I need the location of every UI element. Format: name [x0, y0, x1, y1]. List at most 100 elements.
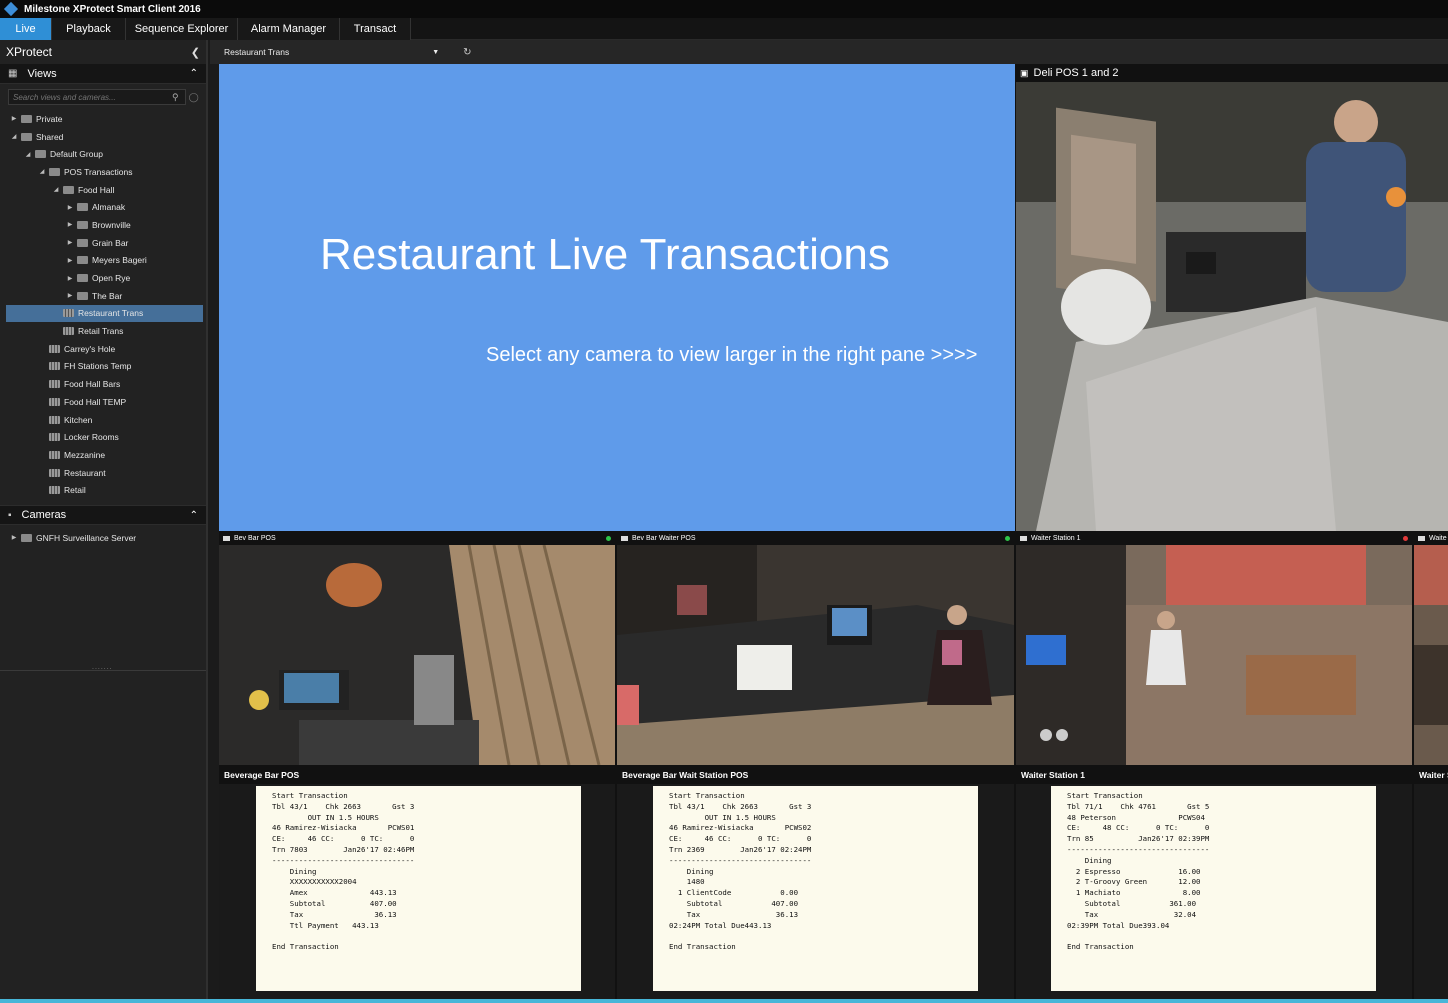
clear-search-icon[interactable]: ◯: [189, 92, 199, 103]
tree-item-label: POS Transactions: [64, 166, 133, 177]
camera-pane[interactable]: Waiter Station 1: [1016, 532, 1412, 765]
expand-arrow-icon[interactable]: ▶: [66, 204, 74, 211]
folder-icon: [49, 167, 60, 176]
expand-arrow-icon[interactable]: ▶: [66, 221, 74, 228]
pin-icon[interactable]: ↻: [463, 47, 471, 58]
tree-item-meyers-bageri[interactable]: ▶ Meyers Bageri: [0, 252, 206, 270]
cameras-section-header[interactable]: ▪ Cameras ⌃: [0, 505, 206, 526]
tree-item-food-hall-temp[interactable]: Food Hall TEMP: [0, 393, 206, 411]
expand-arrow-icon[interactable]: ▶: [66, 275, 74, 282]
receipt-title: Beverage Bar POS: [219, 766, 615, 784]
tab-live[interactable]: Live: [0, 18, 52, 40]
camera-header: Bev Bar POS: [219, 532, 615, 545]
tree-item-restaurant-trans[interactable]: Restaurant Trans: [6, 304, 203, 323]
server-icon: [21, 533, 32, 542]
camera-pane[interactable]: Bev Bar POS: [219, 532, 615, 765]
view-layout-icon: [49, 415, 60, 424]
cameras-tree: ▶ GNFH Surveillance Server: [0, 529, 206, 547]
collapse-sidebar-icon[interactable]: ❮: [191, 46, 200, 59]
expand-arrow-icon[interactable]: ▶: [10, 534, 18, 541]
tree-item-locker-rooms[interactable]: Locker Rooms: [0, 428, 206, 446]
tree-item-shared[interactable]: ◢ Shared: [0, 128, 206, 146]
search-input[interactable]: [8, 89, 186, 105]
waiter-station-2-camera-feed[interactable]: [1414, 545, 1448, 765]
tree-item-the-bar[interactable]: ▶ The Bar: [0, 287, 206, 305]
camera-icon: ▪: [8, 509, 12, 521]
view-selector[interactable]: Restaurant Trans: [224, 47, 289, 57]
camera-pane[interactable]: Waite: [1414, 532, 1448, 765]
receipt-text: Start Transaction Tbl 71/1 Chk 4761 Gst …: [1051, 786, 1376, 991]
view-layout-icon: [49, 468, 60, 477]
bev-bar-camera-feed[interactable]: [219, 545, 615, 765]
expanded-arrow-icon[interactable]: ◢: [24, 151, 32, 158]
receipt-pane[interactable]: Waiter Station 1 Start Transaction Tbl 7…: [1016, 766, 1412, 1003]
tree-item-label: Carrey's Hole: [64, 343, 116, 354]
tree-item-brownville[interactable]: ▶ Brownville: [0, 216, 206, 234]
tree-item-label: Kitchen: [64, 414, 93, 425]
live-status-icon: [606, 536, 611, 541]
tab-transact[interactable]: Transact: [340, 18, 411, 40]
tree-item-private[interactable]: ▶ Private: [0, 110, 206, 128]
tab-alarm-manager[interactable]: Alarm Manager: [238, 18, 340, 40]
expand-arrow-icon[interactable]: ▶: [66, 292, 74, 299]
waiter-station-camera-feed[interactable]: [1016, 545, 1412, 765]
search-icon[interactable]: ⚲: [172, 92, 179, 103]
tree-item-almanak[interactable]: ▶ Almanak: [0, 198, 206, 216]
tree-item-label: Default Group: [50, 149, 103, 160]
tree-item-carrey-s-hole[interactable]: Carrey's Hole: [0, 340, 206, 358]
recording-status-icon: [1403, 536, 1408, 541]
folder-icon: [77, 256, 88, 265]
view-layout-icon: [49, 486, 60, 495]
tree-item-restaurant[interactable]: Restaurant: [0, 464, 206, 482]
tree-item-open-rye[interactable]: ▶ Open Rye: [0, 269, 206, 287]
camera-pane[interactable]: Bev Bar Waiter POS: [617, 532, 1014, 765]
camera-name: Waite: [1429, 535, 1447, 542]
tree-item-retail[interactable]: Retail: [0, 481, 206, 499]
expand-arrow-icon[interactable]: ▶: [66, 257, 74, 264]
tab-sequence-explorer[interactable]: Sequence Explorer: [126, 18, 238, 40]
tree-item-label: Food Hall: [78, 184, 115, 195]
chevron-up-icon[interactable]: ⌃: [190, 510, 198, 521]
expand-arrow-icon[interactable]: ▶: [10, 115, 18, 122]
tree-item-fh-stations-temp[interactable]: FH Stations Temp: [0, 358, 206, 376]
folder-icon: [21, 114, 32, 123]
dropdown-arrow-icon[interactable]: ▼: [432, 49, 439, 56]
deli-pos-camera-feed[interactable]: [1016, 82, 1448, 531]
receipt-pane[interactable]: Beverage Bar Wait Station POS Start Tran…: [617, 766, 1014, 1003]
tree-item-food-hall-bars[interactable]: Food Hall Bars: [0, 375, 206, 393]
expanded-arrow-icon[interactable]: ◢: [38, 168, 46, 175]
tree-item-retail-trans[interactable]: Retail Trans: [0, 322, 206, 340]
tree-item-grain-bar[interactable]: ▶ Grain Bar: [0, 234, 206, 252]
tree-item-food-hall[interactable]: ◢ Food Hall: [0, 181, 206, 199]
tree-item-default-group[interactable]: ◢ Default Group: [0, 145, 206, 163]
hotspot-pane[interactable]: ▣ Deli POS 1 and 2: [1016, 64, 1448, 531]
expanded-arrow-icon[interactable]: ◢: [52, 186, 60, 193]
bev-bar-waiter-camera-feed[interactable]: [617, 545, 1014, 765]
folder-icon: [77, 203, 88, 212]
title-bar: Milestone XProtect Smart Client 2016: [0, 0, 1448, 18]
camera-name: Bev Bar POS: [234, 535, 276, 542]
chevron-up-icon[interactable]: ⌃: [190, 68, 198, 79]
tree-item-pos-transactions[interactable]: ◢ POS Transactions: [0, 163, 206, 181]
folder-icon: [77, 220, 88, 229]
folder-icon: [77, 238, 88, 247]
views-section-header[interactable]: ▦ Views ⌃: [0, 64, 206, 84]
expanded-arrow-icon[interactable]: ◢: [10, 133, 18, 140]
view-layout-icon: [49, 397, 60, 406]
tree-item-kitchen[interactable]: Kitchen: [0, 411, 206, 429]
tree-item-label: Food Hall TEMP: [64, 396, 127, 407]
tree-item-label: Open Rye: [92, 273, 131, 284]
receipt-pane[interactable]: Waiter S: [1414, 766, 1448, 1003]
hotspot-header: ▣ Deli POS 1 and 2: [1016, 64, 1448, 82]
tree-item-gnfh-surveillance-server[interactable]: ▶ GNFH Surveillance Server: [0, 529, 206, 547]
camera-name: Bev Bar Waiter POS: [632, 535, 696, 542]
tree-item-mezzanine[interactable]: Mezzanine: [0, 446, 206, 464]
tree-item-label: Restaurant: [64, 467, 106, 478]
sidebar-title: XProtect: [6, 45, 53, 59]
view-toolbar: Restaurant Trans ▼ ↻: [210, 40, 1448, 64]
resize-grip-icon[interactable]: .......: [92, 664, 113, 671]
camera-header: Waiter Station 1: [1016, 532, 1412, 545]
expand-arrow-icon[interactable]: ▶: [66, 239, 74, 246]
receipt-pane[interactable]: Beverage Bar POS Start Transaction Tbl 4…: [219, 766, 615, 1003]
tab-playback[interactable]: Playback: [52, 18, 126, 40]
